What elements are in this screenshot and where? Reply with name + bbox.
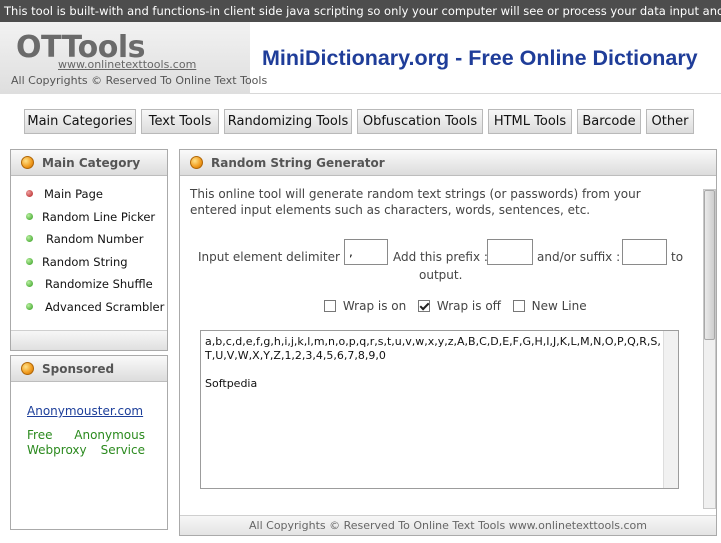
site-header: OTTools www.onlinetexttools.com All Copy… <box>0 22 721 94</box>
nav-randomizing-tools[interactable]: Randomizing Tools <box>224 109 352 134</box>
category-list: Main Page Random Line Picker Random Numb… <box>11 176 167 319</box>
wrap-on-option[interactable]: Wrap is on <box>324 299 410 313</box>
green-bullet-icon <box>26 235 33 243</box>
sidebar-item-label: Advanced Scrambler <box>45 299 165 314</box>
logo-box: OTTools www.onlinetexttools.com All Copy… <box>0 22 267 94</box>
sidebar-category-title: Main Category <box>42 156 141 170</box>
sponsored-header: Sponsored <box>11 356 167 382</box>
output-textarea[interactable]: a,b,c,d,e,f,g,h,i,j,k,l,m,n,o,p,q,r,s,t,… <box>200 330 679 489</box>
orange-bullet-icon <box>21 362 34 375</box>
output-scrollbar[interactable] <box>663 331 678 488</box>
nav-html-tools[interactable]: HTML Tools <box>488 109 572 134</box>
sponsored-title: Sponsored <box>42 362 115 376</box>
main-tool-panel: Random String Generator This online tool… <box>179 149 717 536</box>
main-footer: All Copyrights © Reserved To Online Text… <box>180 515 716 535</box>
delimiter-input[interactable] <box>344 239 388 265</box>
green-bullet-icon <box>26 302 33 310</box>
logo-url-link[interactable]: www.onlinetexttools.com <box>58 58 196 71</box>
site-title[interactable]: MiniDictionary.org - Free Online Diction… <box>262 46 698 71</box>
nav-text-tools[interactable]: Text Tools <box>141 109 219 134</box>
sponsor-text: Free Anonymous Webproxy Service <box>27 428 145 457</box>
sidebar-category-panel: Main Category Main Page Random Line Pick… <box>10 149 168 351</box>
wrap-options: Wrap is on Wrap is off New Line <box>324 299 595 313</box>
green-bullet-icon <box>26 257 33 265</box>
sidebar-category-footer <box>11 330 167 350</box>
sponsored-panel: Sponsored Anonymouster.com Free Anonymou… <box>10 355 168 530</box>
red-bullet-icon <box>26 190 33 197</box>
sidebar-item-main-page[interactable]: Main Page <box>11 183 167 206</box>
sidebar-item-label: Main Page <box>44 187 103 201</box>
suffix-input[interactable] <box>622 239 667 265</box>
wrap-off-checkbox[interactable] <box>418 300 431 312</box>
sidebar-item-random-line-picker[interactable]: Random Line Picker <box>11 206 167 229</box>
main-tool-header: Random String Generator <box>180 150 716 176</box>
green-bullet-icon <box>26 212 33 220</box>
notice-bar: This tool is built-with and functions-in… <box>0 0 721 22</box>
sidebar-item-advanced-scrambler[interactable]: Advanced Scrambler <box>11 296 167 319</box>
prefix-input[interactable] <box>487 239 533 265</box>
prefix-label: Add this prefix : <box>393 250 488 264</box>
new-line-option[interactable]: New Line <box>512 299 587 313</box>
sidebar-item-label: Randomize Shuffle <box>45 277 153 292</box>
header-copyright: All Copyrights © Reserved To Online Text… <box>11 74 268 87</box>
wrap-on-checkbox[interactable] <box>324 300 336 312</box>
tool-description: This online tool will generate random te… <box>190 187 641 217</box>
output-text: a,b,c,d,e,f,g,h,i,j,k,l,m,n,o,p,q,r,s,t,… <box>205 335 661 390</box>
output-label: output. <box>419 268 463 282</box>
sidebar-item-randomize-shuffle[interactable]: Randomize Shuffle <box>11 273 167 296</box>
green-bullet-icon <box>26 280 33 288</box>
nav-main-categories[interactable]: Main Categories <box>24 109 136 134</box>
page-scrollbar[interactable] <box>703 189 716 509</box>
nav-barcode[interactable]: Barcode <box>577 109 641 134</box>
sponsor-link[interactable]: Anonymouster.com <box>27 404 143 418</box>
new-line-checkbox[interactable] <box>512 300 525 312</box>
sidebar-item-random-string[interactable]: Random String <box>11 251 167 274</box>
nav-obfuscation-tools[interactable]: Obfuscation Tools <box>357 109 483 134</box>
nav-other[interactable]: Other <box>646 109 694 134</box>
suffix-label: and/or suffix : <box>537 250 621 264</box>
sidebar-item-label: Random Number <box>46 232 144 247</box>
delimiter-label: Input element delimiter : <box>198 250 348 264</box>
sidebar-item-label: Random Line Picker <box>42 209 156 224</box>
orange-bullet-icon <box>21 156 34 169</box>
orange-bullet-icon <box>190 156 203 169</box>
new-line-label: New Line <box>531 299 587 313</box>
wrap-on-label: Wrap is on <box>342 299 407 313</box>
page-scrollbar-thumb[interactable] <box>704 190 715 340</box>
top-nav: Main Categories Text Tools Randomizing T… <box>0 103 721 137</box>
wrap-off-label: Wrap is off <box>436 299 501 313</box>
wrap-off-option[interactable]: Wrap is off <box>418 299 505 313</box>
main-tool-title: Random String Generator <box>211 156 385 170</box>
sidebar-item-random-number[interactable]: Random Number <box>11 228 167 251</box>
sidebar-item-label: Random String <box>42 254 128 269</box>
sidebar-category-header: Main Category <box>11 150 167 176</box>
to-label: to <box>671 250 684 264</box>
